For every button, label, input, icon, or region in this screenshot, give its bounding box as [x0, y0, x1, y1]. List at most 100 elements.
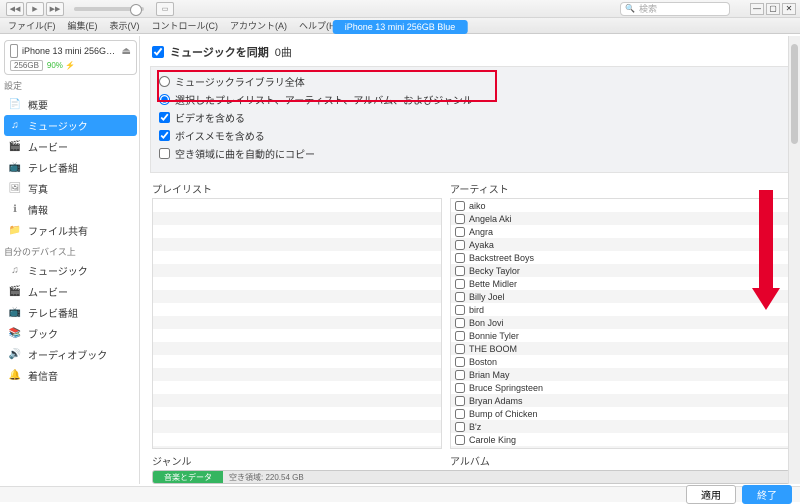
menu-control[interactable]: コントロール(C) [148, 19, 223, 32]
artist-checkbox[interactable] [455, 331, 465, 341]
done-button[interactable]: 終了 [742, 485, 792, 504]
artist-checkbox[interactable] [455, 344, 465, 354]
sync-option-input[interactable] [159, 148, 170, 159]
playlist-row[interactable] [153, 277, 441, 290]
playlist-row[interactable] [153, 316, 441, 329]
artist-row[interactable]: Bryan Adams [451, 394, 789, 407]
prev-button[interactable]: ◀◀ [6, 2, 24, 16]
playlist-row[interactable] [153, 407, 441, 420]
artist-row[interactable]: Bruce Springsteen [451, 381, 789, 394]
artist-row[interactable]: aiko [451, 199, 789, 212]
artist-row[interactable]: Angra [451, 225, 789, 238]
playlist-row[interactable] [153, 355, 441, 368]
artist-checkbox[interactable] [455, 279, 465, 289]
playlist-row[interactable] [153, 212, 441, 225]
artist-checkbox[interactable] [455, 409, 465, 419]
artist-checkbox[interactable] [455, 227, 465, 237]
sidebar-item[interactable]: ♫ミュージック [4, 260, 137, 281]
playlist-row[interactable] [153, 342, 441, 355]
artist-checkbox[interactable] [455, 266, 465, 276]
sync-option-input[interactable] [159, 112, 170, 123]
sidebar-item[interactable]: 📺テレビ番組 [4, 302, 137, 323]
playlist-row[interactable] [153, 394, 441, 407]
artist-checkbox[interactable] [455, 292, 465, 302]
playlist-row[interactable] [153, 420, 441, 433]
artist-checkbox[interactable] [455, 201, 465, 211]
artist-checkbox[interactable] [455, 383, 465, 393]
device-header[interactable]: iPhone 13 mini 256GB B… ⏏ 256GB 90% ⚡ [4, 40, 137, 75]
volume-slider[interactable] [74, 7, 144, 11]
sidebar-item[interactable]: 📁ファイル共有 [4, 220, 137, 241]
artist-row[interactable]: Bon Jovi [451, 316, 789, 329]
apply-button[interactable]: 適用 [686, 485, 736, 504]
playlists-list[interactable] [152, 198, 442, 449]
sidebar-item[interactable]: 🎬ムービー [4, 281, 137, 302]
device-pill[interactable]: iPhone 13 mini 256GB Blue [333, 20, 468, 34]
artist-row[interactable]: Billy Joel [451, 290, 789, 303]
artist-checkbox[interactable] [455, 448, 465, 450]
playlist-row[interactable] [153, 225, 441, 238]
search-input[interactable]: 🔍 検索 [620, 2, 730, 16]
artist-checkbox[interactable] [455, 422, 465, 432]
artist-row[interactable]: B'z [451, 420, 789, 433]
playlist-row[interactable] [153, 433, 441, 446]
artist-checkbox[interactable] [455, 305, 465, 315]
sync-option-input[interactable] [159, 76, 170, 87]
artist-checkbox[interactable] [455, 396, 465, 406]
sidebar-item[interactable]: 📺テレビ番組 [4, 157, 137, 178]
next-button[interactable]: ▶▶ [46, 2, 64, 16]
sync-music-checkbox[interactable] [152, 46, 164, 58]
artist-checkbox[interactable] [455, 214, 465, 224]
playlist-row[interactable] [153, 446, 441, 449]
playlist-row[interactable] [153, 303, 441, 316]
artist-row[interactable]: Brian May [451, 368, 789, 381]
artist-checkbox[interactable] [455, 318, 465, 328]
menu-account[interactable]: アカウント(A) [226, 19, 291, 32]
artist-row[interactable]: Carole King [451, 433, 789, 446]
artist-row[interactable]: Backstreet Boys [451, 251, 789, 264]
sidebar-item[interactable]: 📚ブック [4, 323, 137, 344]
artist-row[interactable]: Angela Aki [451, 212, 789, 225]
scrollbar-thumb[interactable] [791, 44, 798, 144]
artist-checkbox[interactable] [455, 357, 465, 367]
playlist-row[interactable] [153, 290, 441, 303]
artist-checkbox[interactable] [455, 435, 465, 445]
maximize-button[interactable]: ▢ [766, 3, 780, 15]
artist-row[interactable]: Becky Taylor [451, 264, 789, 277]
sidebar-item[interactable]: 📄概要 [4, 94, 137, 115]
artist-checkbox[interactable] [455, 240, 465, 250]
playlist-row[interactable] [153, 238, 441, 251]
artist-row[interactable]: Bette Midler [451, 277, 789, 290]
playlist-row[interactable] [153, 264, 441, 277]
playlist-row[interactable] [153, 329, 441, 342]
artist-row[interactable]: THE BOOM [451, 342, 789, 355]
artist-checkbox[interactable] [455, 370, 465, 380]
artist-checkbox[interactable] [455, 253, 465, 263]
close-button[interactable]: ✕ [782, 3, 796, 15]
artist-row[interactable]: bird [451, 303, 789, 316]
sync-option-input[interactable] [159, 94, 170, 105]
main-scrollbar[interactable] [788, 36, 800, 484]
menu-edit[interactable]: 編集(E) [64, 19, 102, 32]
sidebar-item[interactable]: ♫ミュージック [4, 115, 137, 136]
menu-view[interactable]: 表示(V) [106, 19, 144, 32]
artist-row[interactable]: Boston [451, 355, 789, 368]
artist-row[interactable]: Céline Dion [451, 446, 789, 449]
artist-row[interactable]: Bump of Chicken [451, 407, 789, 420]
sidebar-item[interactable]: 🖼写真 [4, 178, 137, 199]
minimize-button[interactable]: — [750, 3, 764, 15]
menu-file[interactable]: ファイル(F) [4, 19, 60, 32]
sync-option-input[interactable] [159, 130, 170, 141]
sidebar-item[interactable]: ℹ情報 [4, 199, 137, 220]
playlist-row[interactable] [153, 381, 441, 394]
artist-row[interactable]: Bonnie Tyler [451, 329, 789, 342]
playlist-row[interactable] [153, 199, 441, 212]
sidebar-item[interactable]: 🔊オーディオブック [4, 344, 137, 365]
airplay-button[interactable]: ▭ [156, 2, 174, 16]
playlist-row[interactable] [153, 251, 441, 264]
playlist-row[interactable] [153, 368, 441, 381]
sidebar-item[interactable]: 🔔着信音 [4, 365, 137, 386]
artist-row[interactable]: Ayaka [451, 238, 789, 251]
artists-list[interactable]: aikoAngela AkiAngraAyakaBackstreet BoysB… [450, 198, 790, 449]
sidebar-item[interactable]: 🎬ムービー [4, 136, 137, 157]
